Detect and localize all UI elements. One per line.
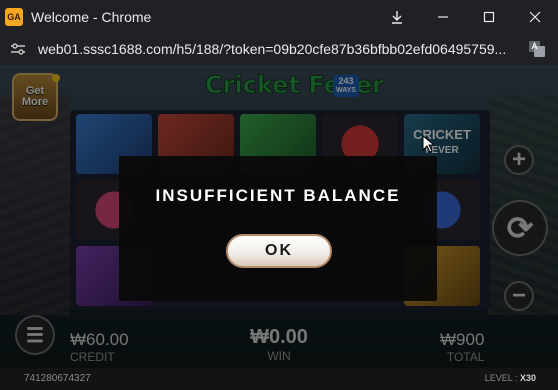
mouse-cursor-icon xyxy=(422,135,434,153)
site-info-button[interactable] xyxy=(8,39,28,59)
tune-icon xyxy=(11,43,25,55)
address-bar: web01.sssc1688.com/h5/188/?token=09b20cf… xyxy=(0,33,558,65)
window-controls xyxy=(374,0,558,33)
close-button[interactable] xyxy=(512,0,558,33)
level-indicator: LEVEL : X30 xyxy=(485,373,536,383)
maximize-icon xyxy=(483,11,495,22)
game-footer: 741280674327 LEVEL : X30 xyxy=(0,368,558,390)
insufficient-balance-dialog: INSUFFICIENT BALANCE OK xyxy=(119,156,437,301)
minimize-icon xyxy=(438,15,448,18)
browser-window: GA Welcome - Chrome web01.sssc1688.com/h… xyxy=(0,0,558,390)
download-icon xyxy=(392,10,402,24)
minimize-button[interactable] xyxy=(420,0,466,33)
translate-button[interactable] xyxy=(528,40,546,58)
download-button[interactable] xyxy=(374,0,420,33)
round-id: 741280674327 xyxy=(24,373,91,384)
window-title: Welcome - Chrome xyxy=(31,8,152,25)
url-field[interactable]: web01.sssc1688.com/h5/188/?token=09b20cf… xyxy=(38,41,508,57)
title-bar: GA Welcome - Chrome xyxy=(0,0,558,33)
ok-button[interactable]: OK xyxy=(226,234,332,268)
close-icon xyxy=(529,11,541,22)
app-icon: GA xyxy=(5,7,23,26)
maximize-button[interactable] xyxy=(466,0,512,33)
translate-icon xyxy=(529,41,545,57)
dialog-title: INSUFFICIENT BALANCE xyxy=(155,186,401,205)
level-label: LEVEL : xyxy=(484,373,518,383)
level-value: X30 xyxy=(519,373,536,383)
